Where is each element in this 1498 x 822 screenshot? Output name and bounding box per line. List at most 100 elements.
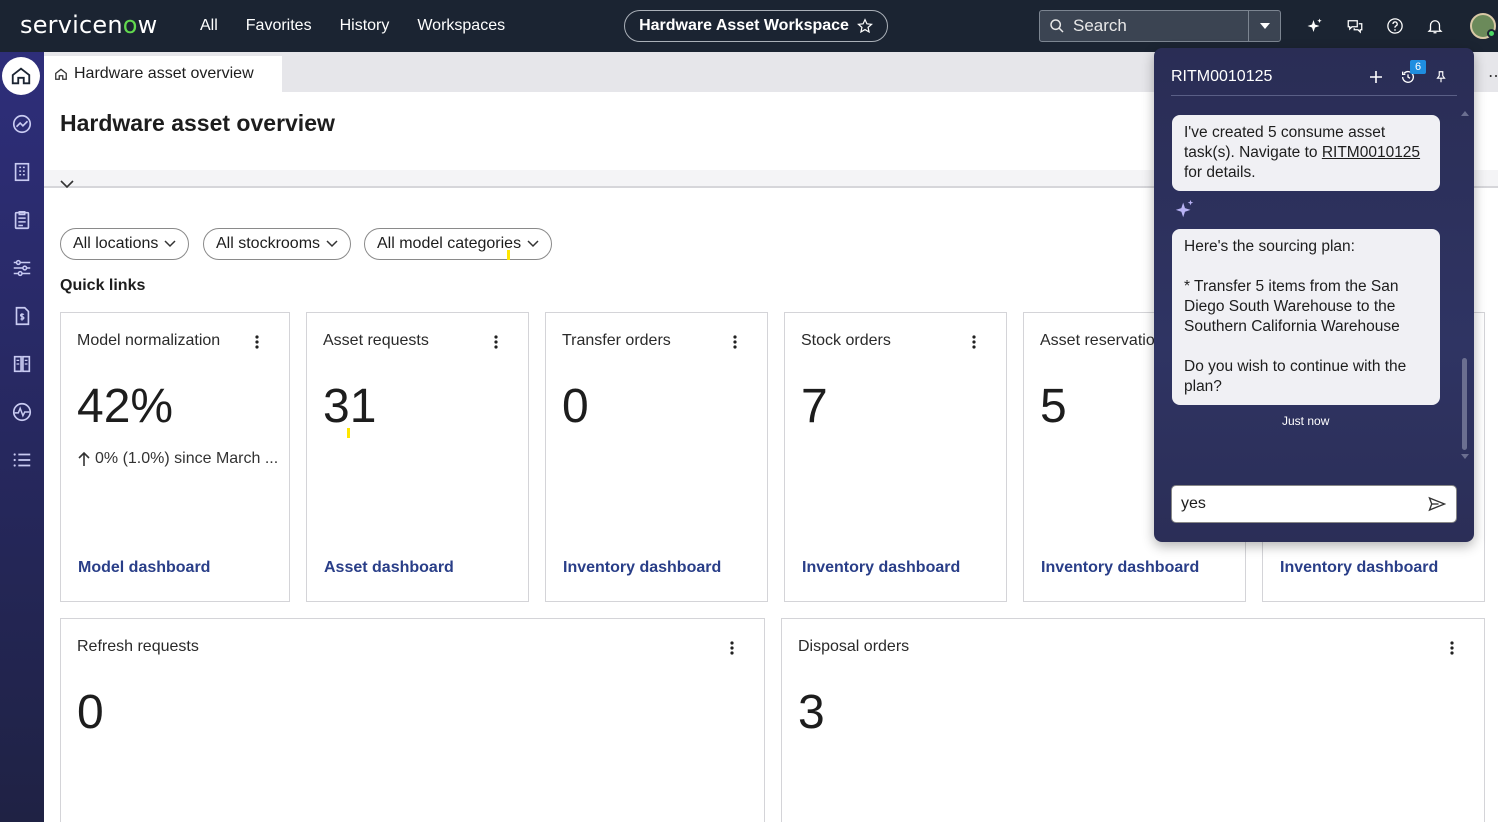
pin-icon[interactable] [1432,68,1450,86]
star-icon[interactable] [856,18,873,34]
more-vertical-icon[interactable] [1444,639,1460,657]
search-icon [1050,19,1064,33]
more-vertical-icon[interactable] [488,333,504,351]
rail-invoice-icon[interactable] [8,302,36,330]
card-title: Disposal orders [798,638,910,655]
card-title: Stock orders [801,332,891,349]
card-asset-requests[interactable]: Asset requests 31 Asset dashboard [306,312,529,602]
asset-dashboard-link[interactable]: Asset dashboard [324,559,454,577]
header-divider [1171,95,1457,96]
top-navigation: servicenow All Favorites History Workspa… [0,0,1498,52]
chat-icon[interactable] [1345,16,1365,36]
filter-stockrooms-label: All stockrooms [216,235,321,252]
filter-locations-label: All locations [73,235,159,252]
card-value: 31 [323,380,377,433]
more-vertical-icon[interactable] [966,333,982,351]
rail-list-icon[interactable] [8,446,36,474]
card-model-normalization[interactable]: Model normalization 42% 0% (1.0%) since … [60,312,290,602]
history-count-badge: 6 [1410,60,1426,74]
filter-stockrooms[interactable]: All stockrooms [203,228,352,260]
chevron-down-icon [527,240,539,248]
message-line: Here's the sourcing plan: [1184,238,1355,255]
filter-model-categories-label: All model categories [377,235,522,252]
chat-message-input[interactable]: yes [1171,485,1457,523]
nav-favorites[interactable]: Favorites [246,17,312,35]
caret-down-icon [1259,23,1270,29]
model-dashboard-link[interactable]: Model dashboard [78,559,210,577]
servicenow-logo[interactable]: servicenow [20,11,158,39]
message-text: for details. [1184,164,1256,181]
search-scope-dropdown[interactable] [1248,11,1280,41]
nav-history[interactable]: History [340,17,390,35]
card-stock-orders[interactable]: Stock orders 7 Inventory dashboard [784,312,1007,602]
more-vertical-icon[interactable] [727,333,743,351]
home-icon [55,68,67,80]
cursor-highlight [347,428,350,438]
card-title: Refresh requests [77,638,199,655]
inventory-dashboard-link[interactable]: Inventory dashboard [1280,559,1438,577]
card-refresh-requests[interactable]: Refresh requests 0 [60,618,765,822]
filter-model-categories[interactable]: All model categories [364,228,553,260]
help-icon[interactable] [1385,16,1405,36]
more-vertical-icon[interactable] [724,639,740,657]
quick-links-heading: Quick links [60,277,146,294]
tab-label: Hardware asset overview [74,65,254,82]
global-search[interactable]: Search [1039,10,1281,42]
card-value: 5 [1040,380,1067,433]
rail-home-icon[interactable] [2,57,40,95]
message-line: * Transfer 5 items from the San Diego So… [1184,278,1400,335]
message-timestamp: Just now [1282,414,1330,428]
rail-building-icon[interactable] [8,158,36,186]
main-nav: All Favorites History Workspaces [200,0,533,52]
assistant-title: RITM0010125 [1171,68,1273,85]
new-conversation-plus-icon[interactable] [1367,68,1385,86]
chevron-down-icon [326,240,338,248]
rail-activity-icon[interactable] [8,398,36,426]
card-value: 0 [77,686,104,739]
card-value: 42% [77,380,174,433]
chevron-down-icon [164,240,176,248]
nav-workspaces[interactable]: Workspaces [417,17,505,35]
left-rail [0,52,44,822]
card-title: Asset reservatio [1040,332,1155,349]
tab-hardware-asset-overview[interactable]: Hardware asset overview [44,56,282,92]
presence-indicator [1487,29,1496,38]
assistant-message-1: I've created 5 consume asset task(s). Na… [1172,115,1440,191]
card-value: 0 [562,380,589,433]
message-line: Do you wish to continue with the plan? [1184,358,1407,395]
workspace-title-pill[interactable]: Hardware Asset Workspace [624,10,888,42]
rail-book-icon[interactable] [8,350,36,378]
chevron-down-icon[interactable] [60,176,74,194]
nav-all[interactable]: All [200,17,218,35]
assistant-message-2: Here's the sourcing plan: * Transfer 5 i… [1172,229,1440,405]
arrow-up-icon [78,451,90,466]
cursor-highlight [507,250,510,260]
more-tabs-icon[interactable]: ⋯ [1488,66,1498,86]
card-title: Asset requests [323,332,429,349]
rail-dashboard-icon[interactable] [8,110,36,138]
inventory-dashboard-link[interactable]: Inventory dashboard [802,559,960,577]
card-value: 3 [798,686,825,739]
chat-scrollbar-thumb[interactable] [1462,358,1467,450]
more-vertical-icon[interactable] [249,333,265,351]
inventory-dashboard-link[interactable]: Inventory dashboard [563,559,721,577]
now-assist-panel: RITM0010125 6 I've created 5 consume ass… [1154,48,1474,542]
ritm-link[interactable]: RITM0010125 [1322,144,1420,161]
now-assist-sparkle-icon [1174,198,1196,225]
now-assist-sparkle-icon[interactable] [1305,16,1325,36]
filter-locations[interactable]: All locations [60,228,190,260]
inventory-dashboard-link[interactable]: Inventory dashboard [1041,559,1199,577]
send-icon[interactable] [1428,496,1447,517]
card-title: Model normalization [77,332,221,349]
search-input[interactable]: Search [1073,16,1127,36]
workspace-title: Hardware Asset Workspace [639,17,849,34]
notifications-bell-icon[interactable] [1425,16,1445,36]
rail-sliders-icon[interactable] [8,254,36,282]
chat-input-value: yes [1181,495,1206,512]
card-title: Transfer orders [562,332,671,349]
page-title: Hardware asset overview [60,110,335,136]
card-trend-text: 0% (1.0%) since March ... [95,450,279,467]
card-disposal-orders[interactable]: Disposal orders 3 [781,618,1485,822]
card-transfer-orders[interactable]: Transfer orders 0 Inventory dashboard [545,312,768,602]
rail-clipboard-icon[interactable] [8,206,36,234]
